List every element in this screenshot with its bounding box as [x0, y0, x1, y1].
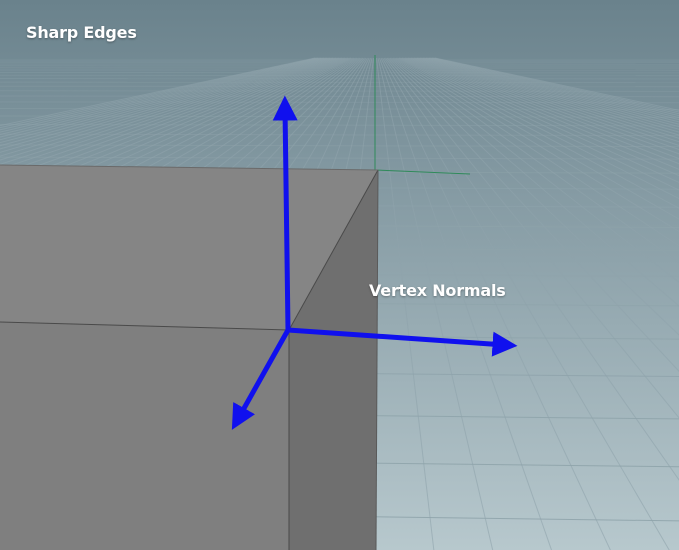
viewport-title-label: Sharp Edges	[26, 23, 137, 42]
3d-viewport[interactable]: Sharp Edges Vertex Normals	[0, 0, 679, 550]
vertex-normals-label: Vertex Normals	[369, 281, 506, 300]
normal-arrow-up-icon	[272, 95, 298, 333]
scene-canvas[interactable]	[0, 0, 679, 550]
grid-line	[0, 85, 679, 88]
box-mesh[interactable]	[0, 164, 379, 550]
box-front-face	[0, 322, 289, 550]
